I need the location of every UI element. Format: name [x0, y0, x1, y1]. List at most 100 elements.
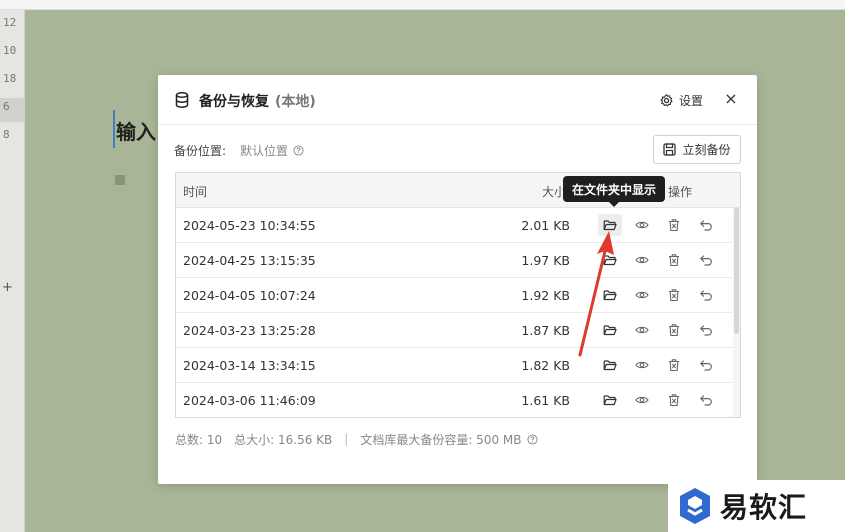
total-size: 总大小: 16.56 KB	[234, 432, 333, 447]
trash-icon	[669, 394, 679, 407]
dialog-title: 备份与恢复 (本地)	[199, 91, 316, 111]
settings-button[interactable]: 设置	[660, 91, 703, 109]
dialog-title-text: 备份与恢复	[199, 94, 269, 110]
dialog-header: 备份与恢复 (本地) 设置 ×	[158, 75, 757, 125]
save-icon	[663, 143, 677, 156]
trash-icon	[669, 324, 679, 337]
watermark-text: 易软汇	[720, 491, 808, 524]
preview-button[interactable]	[630, 214, 654, 236]
line-number-active: 6	[0, 98, 25, 122]
show-in-folder-button[interactable]	[598, 389, 622, 411]
preview-button[interactable]	[630, 284, 654, 306]
trash-icon	[669, 359, 679, 372]
backup-now-label: 立刻备份	[682, 143, 731, 157]
dialog-footer: 总数: 10 总大小: 16.56 KB | 文档库最大备份容量: 500 MB	[175, 430, 538, 448]
database-icon	[175, 92, 189, 108]
backup-location-label: 备份位置:	[174, 143, 227, 158]
preview-button[interactable]	[630, 389, 654, 411]
block-handle[interactable]	[115, 175, 125, 185]
restore-button[interactable]	[694, 214, 718, 236]
backup-time: 2024-04-25 13:15:35	[183, 253, 316, 268]
line-number: 10	[3, 44, 17, 57]
folder-open-icon	[603, 395, 617, 406]
restore-button[interactable]	[694, 249, 718, 271]
editor-topbar	[0, 0, 845, 10]
watermark-logo-icon	[680, 488, 710, 524]
restore-button[interactable]	[694, 284, 718, 306]
delete-button[interactable]	[662, 354, 686, 376]
undo-icon	[700, 290, 712, 301]
annotation-arrow	[578, 231, 614, 357]
backup-table: 时间 大小 操作 2024-05-23 10:34:55 2.01 KB 2024-…	[175, 172, 741, 418]
backup-restore-dialog: 备份与恢复 (本地) 设置 × 备份位置: 默认位置 立刻备份 时间 大小 操作…	[158, 75, 757, 484]
close-button[interactable]: ×	[724, 90, 738, 108]
total-count: 总数: 10	[175, 432, 223, 447]
delete-button[interactable]	[662, 389, 686, 411]
eye-icon	[635, 396, 649, 404]
backup-size: 1.92 KB	[521, 288, 570, 303]
backup-now-button[interactable]: 立刻备份	[653, 135, 741, 164]
backup-time: 2024-03-06 11:46:09	[183, 393, 316, 408]
preview-button[interactable]	[630, 354, 654, 376]
preview-button[interactable]	[630, 319, 654, 341]
backup-time: 2024-03-23 13:25:28	[183, 323, 316, 338]
delete-button[interactable]	[662, 284, 686, 306]
line-number: 8	[3, 128, 10, 141]
backup-size: 1.87 KB	[521, 323, 570, 338]
column-header-time: 时间	[183, 185, 208, 199]
table-row[interactable]: 2024-04-25 13:15:35 1.97 KB	[176, 243, 733, 278]
show-in-folder-tooltip: 在文件夹中显示	[563, 176, 665, 202]
trash-icon	[669, 254, 679, 267]
footer-separator: |	[344, 432, 349, 446]
add-line-icon[interactable]: +	[2, 280, 13, 295]
line-number: 18	[3, 72, 17, 85]
eye-icon	[635, 291, 649, 299]
text-cursor	[113, 110, 115, 148]
backup-size: 1.82 KB	[521, 358, 570, 373]
table-scrollbar[interactable]	[733, 208, 740, 417]
folder-open-icon	[603, 360, 617, 371]
table-row[interactable]: 2024-03-23 13:25:28 1.87 KB	[176, 313, 733, 348]
undo-icon	[700, 325, 712, 336]
backup-time: 2024-05-23 10:34:55	[183, 218, 316, 233]
backup-size: 1.97 KB	[521, 253, 570, 268]
settings-label: 设置	[679, 93, 704, 108]
table-row[interactable]: 2024-05-23 10:34:55 2.01 KB	[176, 208, 733, 243]
max-capacity: 文档库最大备份容量: 500 MB	[360, 432, 522, 447]
backup-size: 1.61 KB	[521, 393, 570, 408]
help-icon[interactable]	[526, 433, 538, 445]
eye-icon	[635, 256, 649, 264]
row-actions	[598, 389, 718, 411]
tooltip-arrow	[609, 202, 619, 207]
table-row[interactable]: 2024-04-05 10:07:24 1.92 KB	[176, 278, 733, 313]
delete-button[interactable]	[662, 319, 686, 341]
restore-button[interactable]	[694, 389, 718, 411]
undo-icon	[700, 360, 712, 371]
backup-location-value: 默认位置	[240, 143, 289, 158]
column-header-ops: 操作	[668, 185, 693, 199]
delete-button[interactable]	[662, 249, 686, 271]
document-heading[interactable]: 输入	[116, 116, 156, 145]
trash-icon	[669, 219, 679, 232]
undo-icon	[700, 255, 712, 266]
eye-icon	[635, 361, 649, 369]
delete-button[interactable]	[662, 214, 686, 236]
watermark: 易软汇	[668, 480, 845, 532]
eye-icon	[635, 221, 649, 229]
backup-time: 2024-04-05 10:07:24	[183, 288, 316, 303]
gear-icon	[660, 93, 673, 106]
line-number: 12	[3, 16, 17, 29]
line-number-gutter: 12 10 18 6 8 +	[0, 10, 25, 532]
dialog-subtitle: (本地)	[275, 94, 316, 110]
preview-button[interactable]	[630, 249, 654, 271]
table-row[interactable]: 2024-03-14 13:34:15 1.82 KB	[176, 348, 733, 383]
undo-icon	[700, 220, 712, 231]
undo-icon	[700, 395, 712, 406]
table-row[interactable]: 2024-03-06 11:46:09 1.61 KB	[176, 383, 733, 417]
scrollbar-thumb[interactable]	[734, 208, 739, 334]
restore-button[interactable]	[694, 354, 718, 376]
backup-size: 2.01 KB	[521, 218, 570, 233]
help-icon[interactable]	[293, 144, 304, 156]
trash-icon	[669, 289, 679, 302]
restore-button[interactable]	[694, 319, 718, 341]
